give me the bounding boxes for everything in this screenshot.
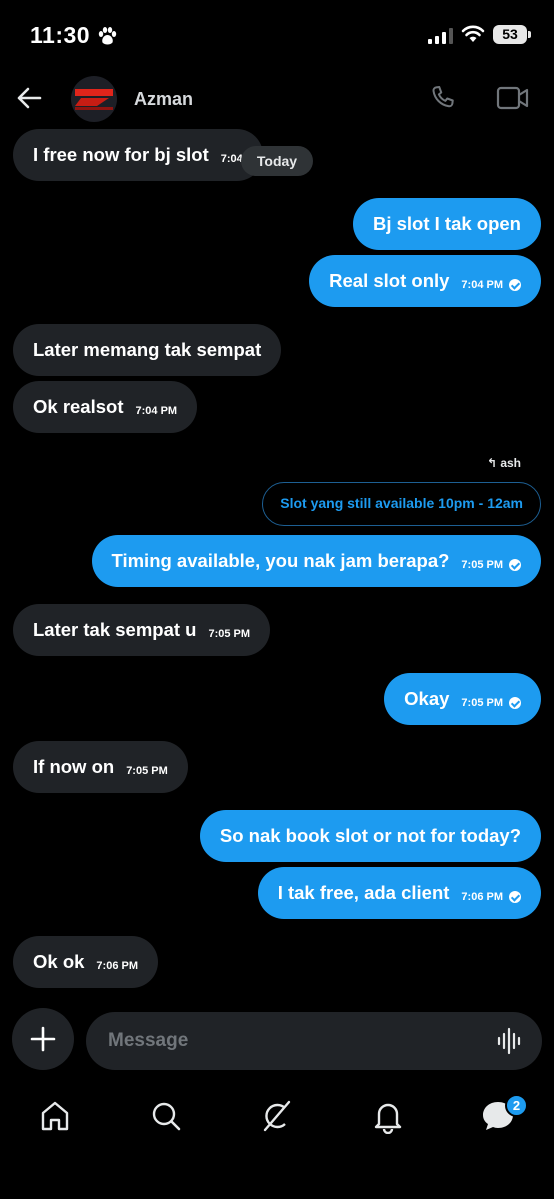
message-text: I free now for bj slot <box>33 144 209 165</box>
voice-message-icon[interactable] <box>496 1027 524 1060</box>
status-bar: 11:30 53 <box>0 0 554 70</box>
date-separator: Today <box>241 146 313 176</box>
message-time: 7:05 PM <box>461 697 521 709</box>
message-text: Real slot only <box>329 270 450 291</box>
paw-icon <box>97 26 117 51</box>
message-time: 7:04 PM <box>135 405 178 417</box>
message-time: 7:06 PM <box>461 891 521 903</box>
cellular-signal-icon <box>428 28 454 49</box>
message-time: 7:05 PM <box>461 559 521 571</box>
message-composer <box>86 1012 542 1070</box>
reply-label: ↰ ash <box>487 456 521 470</box>
sent-check-icon <box>509 697 521 709</box>
sent-check-icon <box>509 279 521 291</box>
battery-indicator: 53 <box>493 25 527 44</box>
search-icon[interactable] <box>148 1098 184 1134</box>
sent-check-icon <box>509 891 521 903</box>
reply-arrow-icon: ↰ <box>486 456 497 470</box>
message-text: Ok realsot <box>33 396 124 417</box>
message-text: If now on <box>33 756 115 777</box>
message-incoming[interactable]: Later memang tak sempat <box>13 324 282 376</box>
phone-icon[interactable] <box>428 83 458 118</box>
status-time: 11:30 <box>30 22 91 48</box>
message-outgoing[interactable]: Bj slot I tak open <box>352 198 541 250</box>
message-text: Bj slot I tak open <box>372 213 521 234</box>
reply-label-text: ash <box>500 456 521 470</box>
message-outgoing[interactable]: So nak book slot or not for today? <box>199 810 541 862</box>
message-time: 7:04 <box>220 153 243 165</box>
message-time: 7:04 PM <box>461 279 521 291</box>
messages-badge: 2 <box>505 1094 528 1117</box>
message-incoming[interactable]: Later tak sempat u 7:05 PM <box>13 604 271 656</box>
message-text: Timing available, you nak jam berapa? <box>111 550 450 571</box>
message-time: 7:05 PM <box>126 765 168 777</box>
message-outgoing[interactable]: Real slot only 7:04 PM <box>309 255 541 307</box>
message-text: So nak book slot or not for today? <box>219 825 521 846</box>
message-text: Ok ok <box>33 951 85 972</box>
message-time-text: 7:06 PM <box>461 891 503 903</box>
sent-check-icon <box>509 559 521 571</box>
message-outgoing[interactable]: Okay 7:05 PM <box>384 673 541 725</box>
battery-tip <box>528 31 531 38</box>
message-incoming[interactable]: I free now for bj slot 7:04 <box>13 129 263 181</box>
plus-icon <box>30 1026 56 1052</box>
message-incoming[interactable]: If now on 7:05 PM <box>13 741 188 793</box>
grok-icon[interactable] <box>259 1098 295 1134</box>
message-time-text: 7:05 PM <box>461 697 503 709</box>
message-input[interactable] <box>108 1012 488 1070</box>
wifi-icon <box>461 25 485 48</box>
contact-name[interactable]: Azman <box>134 89 193 110</box>
message-incoming[interactable]: Ok realsot 7:04 PM <box>13 381 198 433</box>
avatar[interactable] <box>71 76 117 122</box>
message-time-text: 7:05 PM <box>461 559 503 571</box>
notifications-bell-icon[interactable] <box>370 1098 406 1135</box>
message-time-text: 7:04 PM <box>461 279 503 291</box>
home-icon[interactable] <box>37 1098 73 1134</box>
message-incoming[interactable]: Ok ok 7:06 PM <box>13 936 158 988</box>
message-outgoing[interactable]: Timing available, you nak jam berapa? 7:… <box>91 535 541 587</box>
back-arrow-icon[interactable] <box>14 84 44 112</box>
message-time: 7:05 PM <box>208 628 251 640</box>
message-text: I tak free, ada client <box>277 882 450 903</box>
quoted-message[interactable]: Slot yang still available 10pm - 12am <box>262 482 541 526</box>
video-call-icon[interactable] <box>496 84 530 117</box>
message-text: Okay <box>404 688 450 709</box>
chat-header: Azman <box>0 70 554 126</box>
message-outgoing[interactable]: I tak free, ada client 7:06 PM <box>257 867 541 919</box>
add-attachment-button[interactable] <box>12 1008 74 1070</box>
message-text: Later tak sempat u <box>33 619 197 640</box>
message-text: Later memang tak sempat <box>33 339 262 360</box>
message-time: 7:06 PM <box>96 960 138 972</box>
